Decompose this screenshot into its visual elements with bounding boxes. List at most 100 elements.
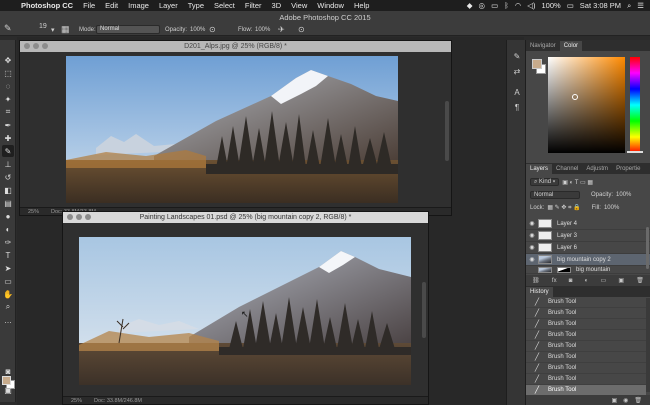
menu-3d[interactable]: 3D — [267, 1, 287, 10]
bluetooth-icon[interactable]: ᛒ — [504, 1, 509, 10]
history-state[interactable]: ╱ Brush Tool — [526, 363, 646, 374]
layers-scrollbar[interactable] — [646, 227, 649, 269]
minimize-icon[interactable] — [76, 214, 82, 220]
new-document-from-state-icon[interactable]: ▣ — [611, 397, 617, 404]
search-icon[interactable]: ⌕ — [627, 1, 631, 11]
tab-navigator[interactable]: Navigator — [526, 41, 560, 51]
color-saturation-field[interactable] — [548, 57, 625, 153]
new-group-icon[interactable]: ▭ — [600, 277, 606, 284]
history-scrollbar[interactable] — [646, 298, 650, 392]
brush-presets-icon[interactable]: ⇄ — [511, 65, 523, 77]
doc1-vertical-scrollbar[interactable] — [445, 101, 449, 161]
panel-foreground-swatch[interactable] — [532, 59, 542, 69]
doc1-titlebar[interactable]: D201_Alps.jpg @ 25% (RGB/8) * — [20, 41, 451, 52]
layer-opacity-value[interactable]: 100% — [616, 192, 631, 198]
eraser-tool-icon[interactable]: ◧ — [2, 184, 14, 196]
layer-row[interactable]: ◉ Layer 3 — [526, 230, 650, 242]
paragraph-icon[interactable]: ¶ — [511, 101, 523, 113]
airbrush-icon[interactable]: ✈ — [278, 25, 285, 34]
minimize-icon[interactable] — [33, 43, 39, 49]
doc2-zoom[interactable]: 25% — [71, 398, 82, 404]
display-icon[interactable]: ▭ — [491, 1, 498, 10]
menu-app-name[interactable]: Photoshop CC — [16, 1, 78, 10]
history-state[interactable]: ╱ Brush Tool — [526, 297, 646, 308]
document-window-alps[interactable]: D201_Alps.jpg @ 25% (RGB/8) * 25% Doc: — [19, 40, 452, 216]
lasso-tool-icon[interactable]: ◌ — [2, 80, 14, 92]
menu-type[interactable]: Type — [183, 1, 209, 10]
flow-value[interactable]: 100% — [255, 27, 270, 33]
link-layers-icon[interactable]: ⛓ — [532, 277, 540, 284]
trash-icon[interactable]: 🗑 — [636, 277, 644, 284]
blend-mode-select[interactable]: Normal — [530, 191, 580, 199]
quick-select-tool-icon[interactable]: ✦ — [2, 93, 14, 105]
brush-preset-toggle-icon[interactable]: ▾ — [51, 26, 55, 34]
history-brush-tool-icon[interactable]: ↺ — [2, 171, 14, 183]
fill-value[interactable]: 100% — [604, 205, 619, 211]
move-tool-icon[interactable]: ✥ — [2, 54, 14, 66]
trash-icon[interactable]: 🗑 — [634, 397, 642, 404]
screen-mode-icon[interactable]: ▣ — [2, 384, 14, 396]
layer-row[interactable]: ◉ Layer 4 — [526, 218, 650, 230]
pressure-opacity-icon[interactable]: ⊙ — [209, 25, 216, 34]
menu-edit[interactable]: Edit — [100, 1, 123, 10]
brush-size[interactable]: 19 — [39, 23, 47, 30]
pen-tool-icon[interactable]: ✑ — [2, 236, 14, 248]
opacity-value[interactable]: 100% — [190, 27, 205, 33]
filter-kind-select[interactable]: ⌕ Kind ▾ — [530, 178, 560, 186]
close-icon[interactable] — [24, 43, 30, 49]
mode-select[interactable]: Normal — [96, 25, 160, 34]
layer-name[interactable]: big mountain copy 2 — [557, 257, 611, 263]
menu-view[interactable]: View — [286, 1, 312, 10]
battery-icon[interactable]: ▭ — [567, 1, 574, 10]
camera-icon[interactable]: ◉ — [623, 397, 628, 404]
character-icon[interactable]: A — [511, 86, 523, 98]
menu-help[interactable]: Help — [349, 1, 374, 10]
color-picker-handle[interactable] — [572, 94, 578, 100]
battery-percent[interactable]: 100% — [542, 1, 561, 10]
brush-icon[interactable]: ✎ — [4, 23, 12, 34]
eyedropper-tool-icon[interactable]: ✒ — [2, 119, 14, 131]
filter-icons[interactable]: ▣ ◐ T ▭ ▦ — [562, 179, 593, 186]
gradient-tool-icon[interactable]: ▤ — [2, 197, 14, 209]
history-state[interactable]: ╱ Brush Tool — [526, 330, 646, 341]
doc2-titlebar[interactable]: Painting Landscapes 01.psd @ 25% (big mo… — [63, 212, 428, 223]
healing-brush-tool-icon[interactable]: ✚ — [2, 132, 14, 144]
volume-icon[interactable]: ◁) — [527, 1, 535, 10]
clone-stamp-tool-icon[interactable]: ⊥ — [2, 158, 14, 170]
brush-tool-icon[interactable]: ✎ — [2, 145, 14, 157]
history-state[interactable]: ╱ Brush Tool — [526, 352, 646, 363]
maximize-icon[interactable] — [42, 43, 48, 49]
menu-layer[interactable]: Layer — [154, 1, 183, 10]
menu-select[interactable]: Select — [209, 1, 240, 10]
tab-adjustments[interactable]: Adjustm — [582, 164, 612, 174]
hue-slider-marker[interactable] — [627, 151, 643, 153]
foreground-color-swatch[interactable] — [2, 376, 11, 385]
history-state[interactable]: ╱ Brush Tool — [526, 308, 646, 319]
doc1-canvas[interactable] — [20, 52, 451, 207]
tab-layers[interactable]: Layers — [526, 164, 553, 174]
doc2-canvas[interactable]: ↖ — [63, 223, 428, 397]
eye-icon[interactable]: ◉ — [526, 244, 538, 251]
type-tool-icon[interactable]: T — [2, 249, 14, 261]
eye-icon[interactable]: ◉ — [526, 232, 538, 239]
wifi-icon[interactable]: ◠ — [515, 1, 522, 10]
tab-channels[interactable]: Channel — [552, 164, 582, 174]
list-icon[interactable]: ☰ — [637, 1, 644, 10]
layer-row[interactable]: ◉ Layer 6 — [526, 242, 650, 254]
layer-name[interactable]: Layer 4 — [557, 221, 577, 227]
history-state[interactable]: ╱ Brush Tool — [526, 319, 646, 330]
eye-icon[interactable]: ◉ — [526, 256, 538, 263]
menu-file[interactable]: File — [78, 1, 100, 10]
history-state[interactable]: ╱ Brush Tool — [526, 374, 646, 385]
eye-icon[interactable]: ◉ — [526, 220, 538, 227]
hue-slider[interactable] — [630, 57, 640, 153]
maximize-icon[interactable] — [85, 214, 91, 220]
cc-icon[interactable]: ◎ — [479, 1, 486, 10]
document-window-painting[interactable]: Painting Landscapes 01.psd @ 25% (big mo… — [62, 211, 429, 405]
brush-panel-icon[interactable]: ▦ — [61, 24, 70, 35]
lock-icons[interactable]: ▦ ✎ ✥ ⌗ 🔒 — [547, 204, 580, 212]
layer-row-selected[interactable]: ◉ big mountain copy 2 — [526, 254, 650, 266]
blur-tool-icon[interactable]: ● — [2, 210, 14, 222]
marquee-tool-icon[interactable]: ⬚ — [2, 67, 14, 79]
path-select-tool-icon[interactable]: ➤ — [2, 262, 14, 274]
